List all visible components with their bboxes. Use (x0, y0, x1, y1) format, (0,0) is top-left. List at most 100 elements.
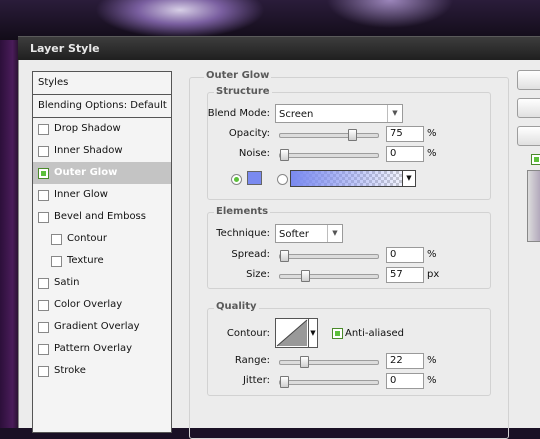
style-item-gradient-overlay[interactable]: Gradient Overlay (33, 316, 171, 338)
style-item-inner-shadow[interactable]: Inner Shadow (33, 140, 171, 162)
style-item-checkbox[interactable] (38, 124, 49, 135)
spread-slider[interactable] (279, 250, 379, 262)
noise-slider[interactable] (279, 149, 379, 161)
size-slider[interactable] (279, 270, 379, 282)
range-slider[interactable] (279, 356, 379, 368)
style-item-texture[interactable]: Texture (33, 250, 171, 272)
jitter-slider[interactable] (279, 376, 379, 388)
blend-mode-value: Screen (279, 109, 314, 120)
style-item-checkbox[interactable] (38, 212, 49, 223)
style-item-pattern-overlay[interactable]: Pattern Overlay (33, 338, 171, 360)
style-item-satin[interactable]: Satin (33, 272, 171, 294)
technique-label: Technique: (216, 228, 270, 239)
style-item-contour[interactable]: Contour (33, 228, 171, 250)
style-item-checkbox[interactable] (51, 256, 62, 267)
cancel-button[interactable] (517, 98, 540, 118)
blending-options-item[interactable]: Blending Options: Default (33, 95, 171, 118)
style-item-label: Inner Glow (54, 189, 108, 200)
opacity-value: 75 (390, 128, 403, 139)
jitter-unit: % (427, 375, 437, 386)
style-item-label: Satin (54, 277, 80, 288)
new-style-button[interactable] (517, 126, 540, 146)
style-item-checkbox[interactable] (38, 146, 49, 157)
style-preview-thumbnail (527, 170, 540, 242)
range-value: 22 (390, 355, 403, 366)
quality-title: Quality (214, 301, 259, 312)
style-item-drop-shadow[interactable]: Drop Shadow (33, 118, 171, 140)
jitter-label: Jitter: (242, 375, 270, 386)
elements-title: Elements (214, 206, 271, 217)
size-label: Size: (246, 269, 270, 280)
size-slider-thumb[interactable] (301, 270, 310, 282)
style-item-label: Drop Shadow (54, 123, 121, 134)
noise-input[interactable]: 0 (386, 146, 424, 162)
glow-gradient-picker[interactable]: ▼ (290, 170, 416, 187)
style-item-checkbox[interactable] (38, 168, 49, 179)
style-item-label: Outer Glow (54, 167, 118, 178)
title-bar[interactable]: Layer Style (18, 36, 540, 61)
chevron-down-icon[interactable]: ▼ (308, 318, 318, 348)
jitter-slider-thumb[interactable] (280, 376, 289, 388)
noise-slider-thumb[interactable] (280, 149, 289, 161)
styles-list: Styles Blending Options: Default Drop Sh… (32, 71, 172, 433)
opacity-slider-thumb[interactable] (348, 129, 357, 141)
contour-picker[interactable] (275, 318, 309, 348)
style-item-label: Stroke (54, 365, 86, 376)
contour-curve-icon (276, 319, 308, 347)
layer-style-dialog: Styles Blending Options: Default Drop Sh… (18, 60, 540, 439)
spread-value: 0 (390, 249, 397, 260)
technique-value: Softer (279, 229, 309, 240)
desktop-background (0, 0, 540, 40)
chevron-down-icon[interactable]: ▼ (402, 171, 415, 186)
style-item-bevel-and-emboss[interactable]: Bevel and Emboss (33, 206, 171, 228)
desktop-background-left (0, 40, 18, 428)
anti-aliased-label: Anti-aliased (345, 328, 405, 339)
noise-label: Noise: (238, 148, 270, 159)
preview-checkbox[interactable] (531, 154, 540, 165)
spread-slider-thumb[interactable] (280, 250, 289, 262)
gradient-radio[interactable] (277, 174, 288, 185)
styles-header[interactable]: Styles (33, 72, 171, 95)
style-item-checkbox[interactable] (38, 322, 49, 333)
style-item-checkbox[interactable] (38, 344, 49, 355)
blend-mode-label: Blend Mode: (207, 108, 270, 119)
structure-title: Structure (214, 86, 272, 97)
range-slider-thumb[interactable] (300, 356, 309, 368)
chevron-down-icon: ▼ (327, 225, 342, 242)
spread-input[interactable]: 0 (386, 247, 424, 263)
style-item-inner-glow[interactable]: Inner Glow (33, 184, 171, 206)
opacity-label: Opacity: (228, 128, 270, 139)
range-input[interactable]: 22 (386, 353, 424, 369)
style-item-checkbox[interactable] (38, 300, 49, 311)
range-label: Range: (234, 355, 270, 366)
opacity-unit: % (427, 128, 437, 139)
style-item-label: Texture (67, 255, 104, 266)
outer-glow-title: Outer Glow (204, 70, 272, 81)
blend-mode-select[interactable]: Screen ▼ (275, 104, 403, 123)
contour-label: Contour: (226, 328, 270, 339)
technique-select[interactable]: Softer ▼ (275, 224, 343, 243)
ok-button[interactable] (517, 70, 540, 90)
size-input[interactable]: 57 (386, 267, 424, 283)
spread-unit: % (427, 249, 437, 260)
anti-aliased-checkbox[interactable] (332, 328, 343, 339)
style-item-checkbox[interactable] (38, 366, 49, 377)
style-item-checkbox[interactable] (51, 234, 62, 245)
glow-color-swatch[interactable] (247, 171, 262, 185)
style-item-color-overlay[interactable]: Color Overlay (33, 294, 171, 316)
jitter-value: 0 (390, 375, 397, 386)
solid-color-radio[interactable] (231, 174, 242, 185)
style-item-outer-glow[interactable]: Outer Glow (33, 162, 171, 184)
chevron-down-icon: ▼ (387, 105, 402, 122)
style-item-label: Contour (67, 233, 107, 244)
jitter-input[interactable]: 0 (386, 373, 424, 389)
opacity-input[interactable]: 75 (386, 126, 424, 142)
style-item-checkbox[interactable] (38, 278, 49, 289)
style-item-label: Gradient Overlay (54, 321, 140, 332)
opacity-slider[interactable] (279, 129, 379, 141)
noise-value: 0 (390, 148, 397, 159)
window-title: Layer Style (30, 42, 100, 55)
style-item-stroke[interactable]: Stroke (33, 360, 171, 382)
style-item-checkbox[interactable] (38, 190, 49, 201)
size-value: 57 (390, 269, 403, 280)
